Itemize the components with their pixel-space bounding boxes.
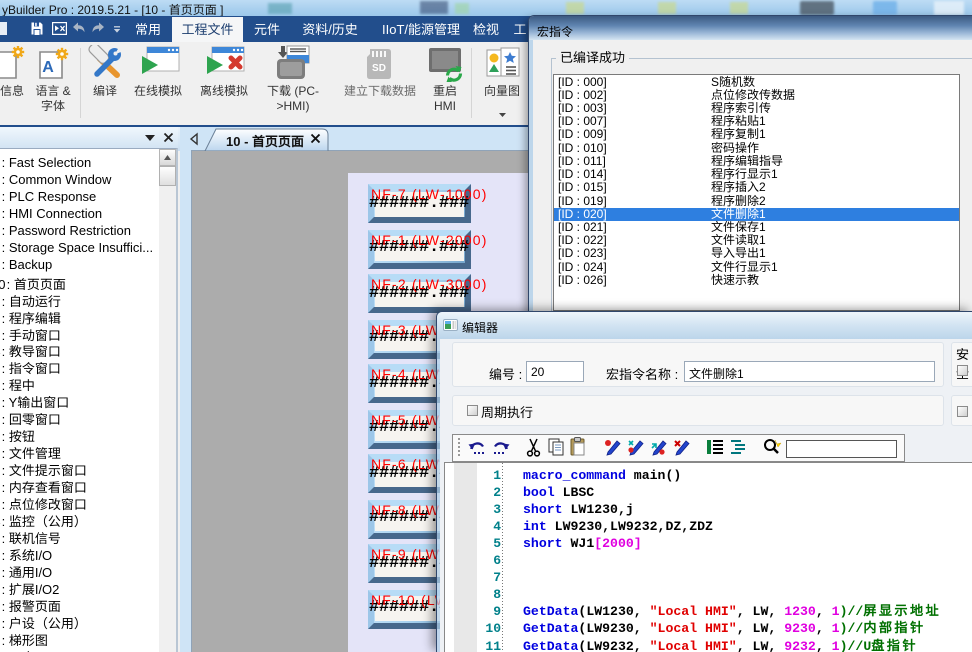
svg-text:A: A xyxy=(42,59,54,76)
svg-text:SD: SD xyxy=(372,63,386,74)
